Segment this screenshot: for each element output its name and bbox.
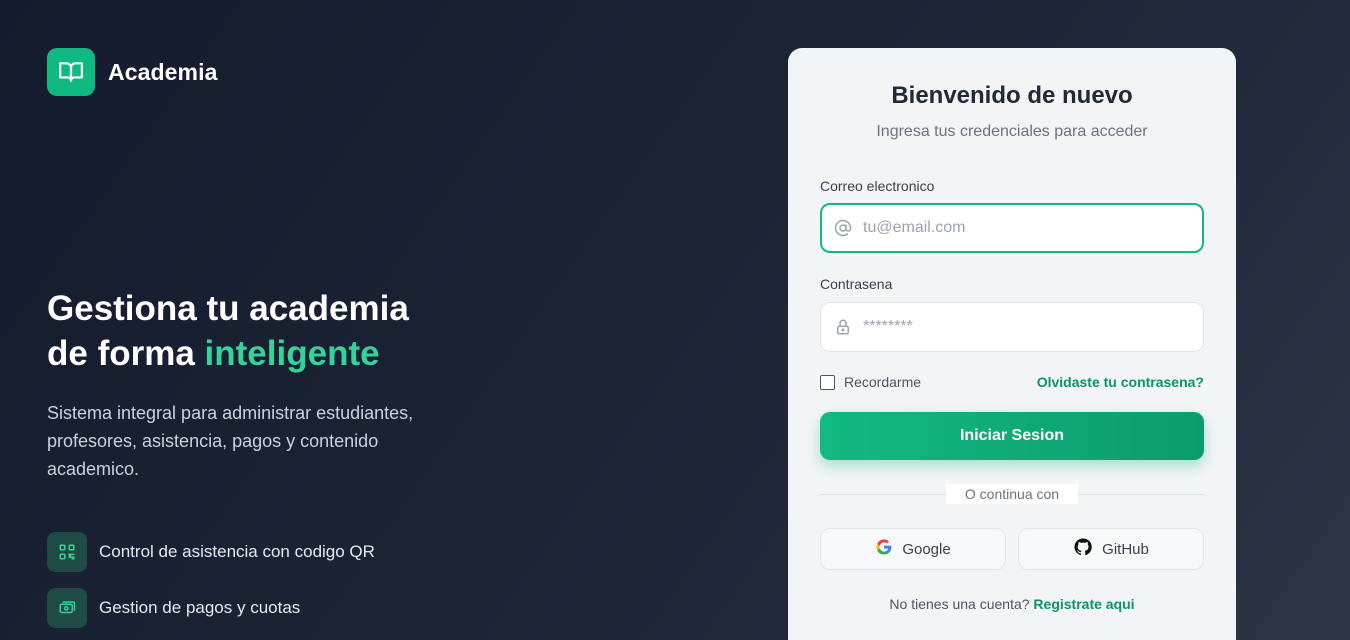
login-title: Bienvenido de nuevo <box>891 82 1133 109</box>
signup-text: No tienes una cuenta? <box>889 596 1030 612</box>
google-login-button[interactable]: Google <box>820 528 1006 570</box>
hero-title-line2-prefix: de forma <box>47 334 205 373</box>
login-button[interactable]: Iniciar Sesion <box>820 412 1204 460</box>
remember-checkbox[interactable] <box>820 374 835 390</box>
feature-label: Gestion de pagos y cuotas <box>99 598 301 617</box>
signup-prompt: No tienes una cuenta? Registrate aqui <box>788 596 1236 612</box>
at-sign-icon <box>833 218 853 238</box>
google-icon <box>875 538 893 560</box>
github-icon <box>1073 537 1093 561</box>
password-field[interactable] <box>820 302 1204 352</box>
remember-label: Recordarme <box>844 374 922 390</box>
brand-name: Academia <box>108 58 218 85</box>
login-subtitle: Ingresa tus credenciales para acceder <box>876 123 1148 140</box>
hero-description: Sistema integral para administrar estudi… <box>47 403 414 479</box>
feature-list: Control de asistencia con codigo QR Gest… <box>47 532 375 640</box>
money-icon <box>47 588 87 628</box>
github-label: GitHub <box>1102 540 1149 558</box>
google-label: Google <box>902 540 951 558</box>
login-card: Bienvenido de nuevo Ingresa tus credenci… <box>788 48 1236 640</box>
email-field[interactable] <box>820 203 1204 253</box>
hero-title: Gestiona tu academia de forma inteligent… <box>47 286 607 376</box>
hero-title-accent: inteligente <box>204 334 380 373</box>
email-label: Correo electronico <box>820 178 935 194</box>
brand: Academia <box>47 48 217 96</box>
divider-label: O continua con <box>946 484 1078 504</box>
github-login-button[interactable]: GitHub <box>1018 528 1204 570</box>
feature-item-qr: Control de asistencia con codigo QR <box>47 532 375 572</box>
hero-title-line1: Gestiona tu academia <box>47 289 409 328</box>
password-label: Contrasena <box>820 276 893 292</box>
open-book-icon <box>47 48 95 96</box>
lock-icon <box>833 317 853 337</box>
email-input[interactable] <box>863 219 1183 237</box>
forgot-password-link[interactable]: Olvidaste tu contrasena? <box>1037 374 1204 390</box>
password-input[interactable] <box>863 318 1183 336</box>
remember-me[interactable]: Recordarme <box>820 374 921 390</box>
feature-item-payments: Gestion de pagos y cuotas <box>47 588 375 628</box>
signup-link[interactable]: Registrate aqui <box>1033 596 1134 612</box>
feature-label: Control de asistencia con codigo QR <box>99 542 375 561</box>
qr-code-icon <box>47 532 87 572</box>
